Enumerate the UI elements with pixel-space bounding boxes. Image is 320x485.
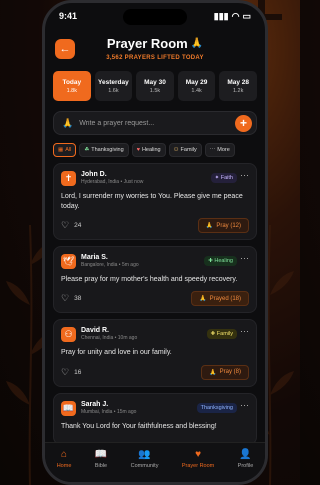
prayed-button[interactable]: 🙏 Prayed (18) <box>191 291 249 307</box>
home-icon: ⌂ <box>61 449 68 460</box>
page-title: Prayer Room 🙏 <box>106 36 204 51</box>
more-options-icon[interactable]: ⋯ <box>240 253 249 264</box>
day-may-29[interactable]: May 29 1.4k <box>177 71 216 101</box>
prayer-card: ⚇ David R. Chennai, India • 10m ago ✚ Fa… <box>53 319 257 387</box>
praying-hands-icon: 🙏 <box>190 38 204 49</box>
author-name: David R. <box>81 327 110 335</box>
prayers-lifted-count: 3,562 PRAYERS LIFTED TODAY <box>106 55 204 61</box>
prayer-text: Please pray for my mother's health and s… <box>61 276 238 284</box>
day-yesterday[interactable]: Yesterday 1.6k <box>94 71 133 101</box>
more-icon: ⋯ <box>209 147 216 153</box>
prayer-feed: ✝ John D. Hyderabad, India • Just now ✦ … <box>45 157 265 445</box>
family-icon: ⚇ <box>173 147 179 153</box>
post-meta: Chennai, India • 10m ago <box>81 335 138 342</box>
like-count: 24 <box>74 222 82 230</box>
signal-icon: ▮▮▮ <box>213 10 229 21</box>
filter-thanksgiving[interactable]: ☘ Thanksgiving <box>79 143 129 157</box>
profile-icon: 👤 <box>239 449 252 460</box>
category-tag: Thanksgiving <box>196 402 237 413</box>
wifi-icon: ◠ <box>231 10 240 21</box>
praying-hands-icon: 🙏 <box>205 223 214 230</box>
category-filters: ▦ All ☘ Thanksgiving ♥ Healing ⚇ Family ⋯ Mor… <box>45 135 265 157</box>
book-icon: 📖 <box>94 449 108 460</box>
filter-family[interactable]: ⚇ Family <box>168 143 202 157</box>
plus-icon: + <box>239 116 247 130</box>
prayer-text: Thank You Lord for Your faithfulness and… <box>61 422 217 430</box>
family-avatar-icon: ⚇ <box>61 327 76 343</box>
heart-outline-icon[interactable]: ♡ <box>61 220 69 231</box>
cross-avatar-icon: ✝ <box>61 171 76 186</box>
prayer-request-input[interactable] <box>79 119 235 127</box>
prayer-card: ✝ John D. Hyderabad, India • Just now ✦ … <box>53 163 257 241</box>
grid-icon: ▦ <box>58 147 64 153</box>
prayer-card: 🕊 Maria S. Bangalore, India • 5m ago ✚ H… <box>53 246 257 314</box>
day-today[interactable]: Today 1.8k <box>53 71 91 101</box>
tab-bible[interactable]: 📖 Bible <box>95 449 107 469</box>
tab-prayer-room[interactable]: ♥ Prayer Room <box>182 449 214 469</box>
dove-avatar-icon: 🕊 <box>61 254 76 270</box>
leaf-icon: ☘ <box>84 147 90 153</box>
add-prayer-button[interactable]: + <box>235 114 252 132</box>
heart-icon: ♥ <box>136 147 140 153</box>
post-meta: Bangalore, India • 5m ago <box>81 262 139 269</box>
sparkle-icon: ✦ <box>214 175 220 181</box>
praying-hands-icon: 🙏 <box>209 369 217 376</box>
more-options-icon[interactable]: ⋯ <box>240 326 249 337</box>
prayer-text: Lord, I surrender my worries to You. Ple… <box>61 193 243 211</box>
praying-hands-icon: 🙏 <box>199 296 207 303</box>
day-selector: Today 1.8k Yesterday 1.6k May 30 1.5k Ma… <box>45 63 265 101</box>
pray-button[interactable]: 🙏 Pray (12) <box>197 218 249 234</box>
like-count: 16 <box>74 368 82 376</box>
community-icon: 👥 <box>138 449 151 460</box>
status-time: 9:41 <box>59 11 78 21</box>
tab-home[interactable]: ⌂ Home <box>57 449 72 469</box>
day-may-30[interactable]: May 30 1.5k <box>136 71 174 101</box>
phone-frame: 9:41 ▮▮▮ ◠ ▭ ← Prayer Room 🙏 3,562 PRAYE… <box>42 0 268 485</box>
tab-profile[interactable]: 👤 Profile <box>238 449 254 469</box>
plus-icon: ✚ <box>210 331 216 338</box>
more-options-icon[interactable]: ⋯ <box>240 400 249 411</box>
dynamic-island <box>123 9 187 25</box>
filter-more[interactable]: ⋯ More <box>204 143 235 157</box>
filter-all[interactable]: ▦ All <box>53 143 77 157</box>
heart-outline-icon[interactable]: ♡ <box>61 367 69 378</box>
category-tag: ✦ Faith <box>210 173 237 183</box>
bible-avatar-icon: 📖 <box>61 400 76 416</box>
tab-community[interactable]: 👥 Community <box>131 449 159 469</box>
more-options-icon[interactable]: ⋯ <box>240 170 249 181</box>
category-tag: ✚ Healing <box>204 256 237 267</box>
like-count: 38 <box>74 295 82 303</box>
header: ← Prayer Room 🙏 3,562 PRAYERS LIFTED TOD… <box>45 29 265 63</box>
author-name: John D. <box>81 171 107 178</box>
post-meta: Hyderabad, India • Just now <box>81 179 144 185</box>
author-name: Maria S. <box>81 254 108 262</box>
author-name: Sarah J. <box>81 400 109 408</box>
category-tag: ✚ Family <box>206 329 237 340</box>
pray-button[interactable]: 🙏 Pray (8) <box>201 364 249 380</box>
day-may-28[interactable]: May 28 1.2k <box>219 71 257 101</box>
plus-icon: ✚ <box>208 258 213 265</box>
prayer-card: 📖 Sarah J. Mumbai, India • 15m ago Thank… <box>53 392 257 445</box>
battery-icon: ▭ <box>242 10 251 21</box>
heart-icon: ♥ <box>195 449 202 460</box>
prayer-composer: 🙏 + <box>53 111 257 135</box>
prayer-text: Pray for unity and love in our family. <box>61 349 172 357</box>
praying-hands-icon: 🙏 <box>62 117 74 128</box>
tab-bar: ⌂ Home 📖 Bible 👥 Community ♥ Prayer Room 👤 Pr… <box>45 442 265 482</box>
post-meta: Mumbai, India • 15m ago <box>81 408 137 415</box>
heart-outline-icon[interactable]: ♡ <box>61 293 69 304</box>
filter-healing[interactable]: ♥ Healing <box>131 143 166 157</box>
